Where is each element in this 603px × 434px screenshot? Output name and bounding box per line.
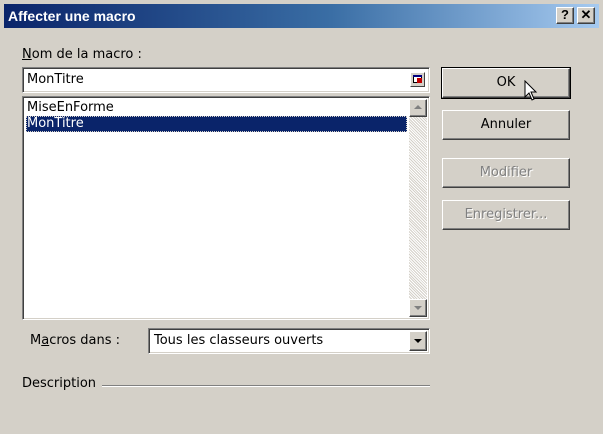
collapse-dialog-icon[interactable]	[410, 72, 425, 87]
collapse-dialog-icon-arrow	[417, 78, 422, 83]
dialog-title: Affecter une macro	[8, 8, 136, 24]
macro-name-label-accesskey: N	[22, 47, 32, 62]
help-button[interactable]: ?	[556, 7, 574, 24]
modify-button[interactable]: Modifier	[442, 158, 570, 188]
description-label: Description	[22, 376, 97, 391]
macro-listbox[interactable]: MiseEnForme MonTitre	[22, 96, 430, 320]
collapse-dialog-icon-bar	[413, 75, 422, 77]
scroll-down-icon	[414, 306, 422, 310]
macros-in-label-accesskey: a	[41, 333, 50, 348]
vertical-scrollbar[interactable]	[409, 99, 427, 317]
cancel-button[interactable]: Annuler	[442, 110, 570, 140]
macro-name-value: MonTitre	[27, 72, 84, 87]
macro-name-input[interactable]: MonTitre	[22, 67, 430, 93]
list-item-selected[interactable]: MonTitre	[26, 116, 407, 132]
scroll-up-icon	[414, 105, 422, 109]
help-icon: ?	[561, 7, 569, 22]
macros-in-value: Tous les classeurs ouverts	[154, 333, 324, 348]
list-item[interactable]: MiseEnForme	[26, 100, 407, 116]
dropdown-arrow-icon	[414, 339, 422, 343]
scroll-down-button[interactable]	[409, 299, 427, 317]
description-divider	[102, 385, 430, 387]
close-button[interactable]: ✕	[577, 7, 595, 24]
title-bar[interactable]: Affecter une macro ? ✕	[4, 4, 599, 28]
scroll-up-button[interactable]	[409, 99, 427, 117]
macro-name-label: Nom de la macro :	[22, 47, 142, 62]
close-icon: ✕	[580, 7, 592, 22]
macro-name-label-text: om de la macro :	[31, 47, 142, 62]
ok-button[interactable]: OK	[441, 67, 571, 99]
macros-in-label: Macros dans :	[30, 333, 120, 348]
macros-in-select[interactable]: Tous les classeurs ouverts	[148, 328, 430, 354]
macros-in-label-post: cros dans :	[49, 333, 120, 348]
assign-macro-dialog: Affecter une macro ? ✕ Nom de la macro :…	[0, 0, 603, 434]
dropdown-button[interactable]	[409, 331, 427, 351]
macros-in-label-pre: M	[30, 333, 42, 348]
mouse-cursor-icon	[524, 80, 538, 101]
save-button[interactable]: Enregistrer...	[442, 200, 570, 230]
